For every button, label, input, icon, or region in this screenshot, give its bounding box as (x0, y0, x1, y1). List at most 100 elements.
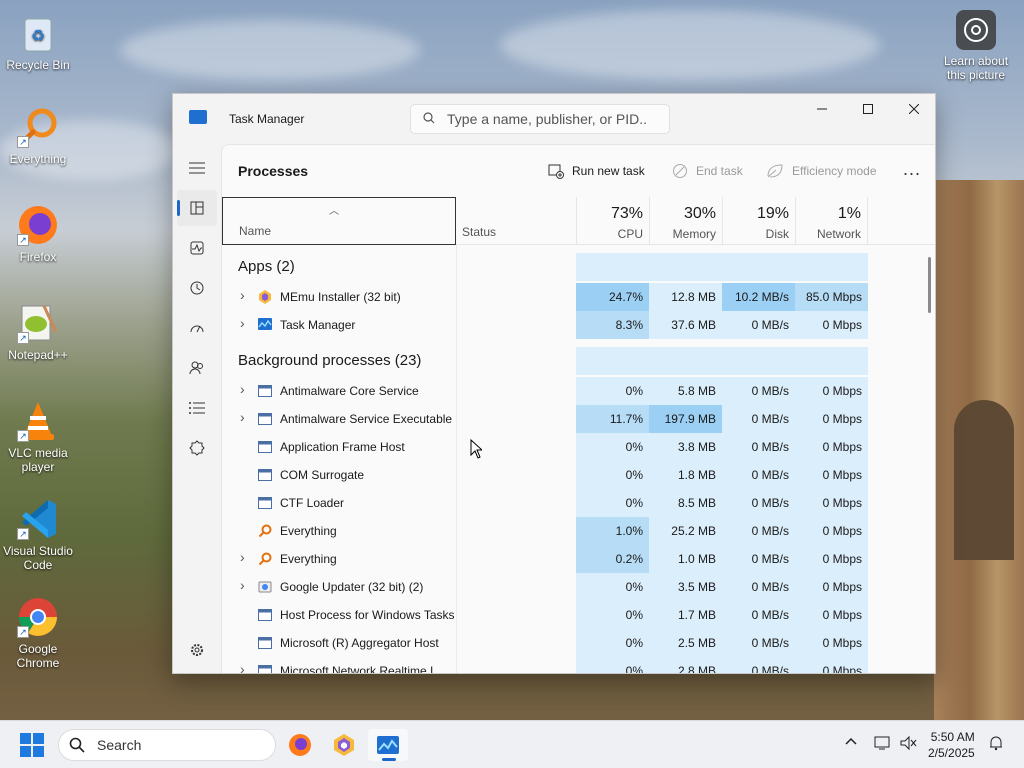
nav-app-history[interactable] (177, 270, 217, 306)
heat-cell (722, 347, 795, 375)
process-row[interactable]: › Google Updater (32 bit) (2) 0% 3.5 MB 0 MB… (222, 573, 935, 601)
process-name: Application Frame Host (280, 440, 405, 454)
process-row[interactable]: COM Surrogate 0% 1.8 MB 0 MB/s 0 Mbps (222, 461, 935, 489)
desktop-icon-notepadpp[interactable]: ↗ Notepad++ (0, 300, 76, 362)
nav-performance[interactable] (177, 230, 217, 266)
nav-users[interactable] (177, 350, 217, 386)
expand-chevron-icon[interactable]: › (240, 381, 245, 397)
nav-startup-apps[interactable] (177, 310, 217, 346)
more-options-button[interactable]: ... (903, 159, 921, 180)
system-clock[interactable]: 5:50 AM 2/5/2025 (928, 729, 975, 761)
process-network-cell: 0 Mbps (795, 545, 868, 573)
process-row[interactable]: CTF Loader 0% 8.5 MB 0 MB/s 0 Mbps (222, 489, 935, 517)
taskbar-search[interactable]: Search (58, 729, 276, 761)
desktop-icon-vscode[interactable]: ↗ Visual Studio Code (0, 496, 76, 572)
maximize-button[interactable] (845, 94, 891, 124)
process-row[interactable]: Microsoft (R) Aggregator Host 0% 2.5 MB 0 M… (222, 629, 935, 657)
process-name: MEmu Installer (32 bit) (280, 290, 401, 304)
window-app-icon (258, 412, 272, 426)
search-input[interactable] (447, 111, 647, 127)
process-row[interactable]: Everything 1.0% 25.2 MB 0 MB/s 0 Mbps (222, 517, 935, 545)
expand-chevron-icon[interactable]: › (240, 409, 245, 425)
process-network-cell: 0 Mbps (795, 517, 868, 545)
column-header-memory[interactable]: 30% Memory (649, 197, 722, 245)
process-row[interactable]: › Everything 0.2% 1.0 MB 0 MB/s 0 Mbps (222, 545, 935, 573)
learn-about-picture[interactable]: Learn about this picture (940, 10, 1012, 82)
start-button[interactable] (20, 733, 44, 757)
column-header-disk[interactable]: 19% Disk (722, 197, 795, 245)
group-header[interactable]: Apps (2) (222, 253, 935, 281)
desktop-icon-vlc[interactable]: ↗ VLC media player (0, 398, 76, 474)
column-header-cpu[interactable]: 73% CPU (576, 197, 649, 245)
process-network-cell: 0 Mbps (795, 461, 868, 489)
process-disk-cell: 0 MB/s (722, 311, 795, 339)
nav-processes[interactable] (177, 190, 217, 226)
process-name: Everything (280, 524, 337, 538)
chrome-icon: ↗ (15, 594, 61, 640)
process-row[interactable]: › Antimalware Core Service 0% 5.8 MB 0 MB/s 0… (222, 377, 935, 405)
process-row[interactable]: › Antimalware Service Executable 11.7% 197.… (222, 405, 935, 433)
heat-cell (795, 347, 868, 375)
expand-chevron-icon[interactable]: › (240, 315, 245, 331)
minimize-icon (817, 108, 827, 110)
process-row[interactable]: Host Process for Windows Tasks 0% 1.7 MB 0 … (222, 601, 935, 629)
task-manager-window: Task Manager Type a name, publisher, or … (172, 93, 936, 674)
taskbar-firefox[interactable] (280, 729, 320, 761)
desktop-icon-everything[interactable]: ↗ Everything (0, 104, 76, 166)
volume-tray-button[interactable] (900, 735, 918, 754)
memu-icon (334, 734, 354, 756)
expand-chevron-icon[interactable]: › (240, 549, 245, 565)
minimize-button[interactable] (799, 94, 845, 124)
taskbar-task-manager[interactable] (368, 729, 408, 761)
window-title: Task Manager (229, 112, 305, 126)
process-cpu-cell: 0% (576, 461, 649, 489)
show-hidden-icons-button[interactable] (845, 735, 857, 749)
search-icon (69, 737, 85, 753)
nav-settings[interactable] (177, 632, 217, 668)
process-row[interactable]: Application Frame Host 0% 3.8 MB 0 MB/s 0 Mb… (222, 433, 935, 461)
notifications-button[interactable] (988, 735, 1004, 754)
expand-chevron-icon[interactable]: › (240, 577, 245, 593)
process-name: Host Process for Windows Tasks (280, 608, 455, 622)
task-manager-app-icon (189, 110, 207, 124)
window-app-icon (258, 636, 272, 650)
speaker-muted-icon (900, 735, 917, 751)
desktop-icon-recycle-bin[interactable]: ♻ Recycle Bin (0, 10, 76, 72)
expand-chevron-icon[interactable]: › (240, 661, 245, 673)
nav-services[interactable] (177, 430, 217, 466)
everything-icon (258, 552, 272, 566)
process-cpu-cell: 8.3% (576, 311, 649, 339)
details-icon (189, 402, 205, 414)
end-task-button[interactable]: End task (672, 161, 743, 181)
process-memory-cell: 12.8 MB (649, 283, 722, 311)
process-row[interactable]: › Task Manager 8.3% 37.6 MB 0 MB/s 0 Mbps (222, 311, 935, 339)
column-header-network[interactable]: 1% Network (795, 197, 868, 245)
column-header-name[interactable]: ︿ Name (222, 197, 456, 245)
taskbar-memu[interactable] (324, 729, 364, 761)
group-title: Apps (2) (238, 258, 295, 275)
nav-details[interactable] (177, 390, 217, 426)
process-row[interactable]: › MEmu Installer (32 bit) 24.7% 12.8 MB 10.2… (222, 283, 935, 311)
window-app-icon (258, 608, 272, 622)
maximize-icon (863, 104, 873, 114)
close-button[interactable] (891, 94, 935, 124)
process-memory-cell: 1.0 MB (649, 545, 722, 573)
vertical-scrollbar[interactable] (928, 257, 931, 313)
expand-chevron-icon[interactable]: › (240, 287, 245, 303)
efficiency-mode-button[interactable]: Efficiency mode (766, 161, 877, 181)
title-bar[interactable]: Task Manager (173, 94, 935, 144)
process-row[interactable]: › Microsoft Network Realtime I... 0% 2.8 MB… (222, 657, 935, 673)
group-title: Background processes (23) (238, 352, 422, 369)
search-icon (423, 111, 435, 127)
column-header-status[interactable]: Status (462, 225, 496, 239)
desktop-icon-chrome[interactable]: ↗ Google Chrome (0, 594, 76, 670)
vscode-icon: ↗ (15, 496, 61, 542)
hamburger-menu-button[interactable] (177, 150, 217, 186)
group-header[interactable]: Background processes (23) (222, 347, 935, 375)
run-new-task-button[interactable]: Run new task (548, 161, 645, 181)
search-box[interactable] (410, 104, 670, 134)
desktop-icon-firefox[interactable]: ↗ Firefox (0, 202, 76, 264)
process-cpu-cell: 0% (576, 573, 649, 601)
process-disk-cell: 0 MB/s (722, 405, 795, 433)
network-tray-button[interactable] (874, 735, 892, 754)
